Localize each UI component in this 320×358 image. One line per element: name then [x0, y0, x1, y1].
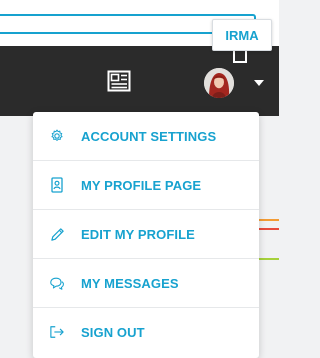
caret-down-icon[interactable]: [254, 80, 264, 86]
menu-item-edit-my-profile[interactable]: EDIT MY PROFILE: [33, 210, 259, 259]
newspaper-icon[interactable]: [107, 70, 131, 92]
menu-item-label: MY MESSAGES: [81, 275, 179, 291]
id-badge-icon: [49, 177, 65, 193]
tooltip-text: IRMA: [225, 27, 259, 43]
profile-dropdown-menu: ACCOUNT SETTINGS MY PROFILE PAGE EDIT MY…: [33, 112, 259, 358]
menu-item-label: MY PROFILE PAGE: [81, 177, 202, 193]
menu-item-my-profile-page[interactable]: MY PROFILE PAGE: [33, 161, 259, 210]
menu-item-account-settings[interactable]: ACCOUNT SETTINGS: [33, 112, 259, 161]
sign-out-icon: [49, 324, 65, 340]
menu-item-my-messages[interactable]: MY MESSAGES: [33, 259, 259, 308]
menu-item-label: SIGN OUT: [81, 325, 145, 340]
menu-item-label: EDIT MY PROFILE: [81, 226, 195, 242]
user-name-tooltip: IRMA: [212, 19, 272, 51]
pencil-icon: [49, 226, 65, 242]
menu-item-label: ACCOUNT SETTINGS: [81, 128, 217, 144]
gear-icon: [49, 128, 65, 144]
tooltip-pointer: [233, 49, 247, 63]
chat-bubbles-icon: [49, 275, 65, 291]
user-avatar[interactable]: [204, 68, 234, 98]
